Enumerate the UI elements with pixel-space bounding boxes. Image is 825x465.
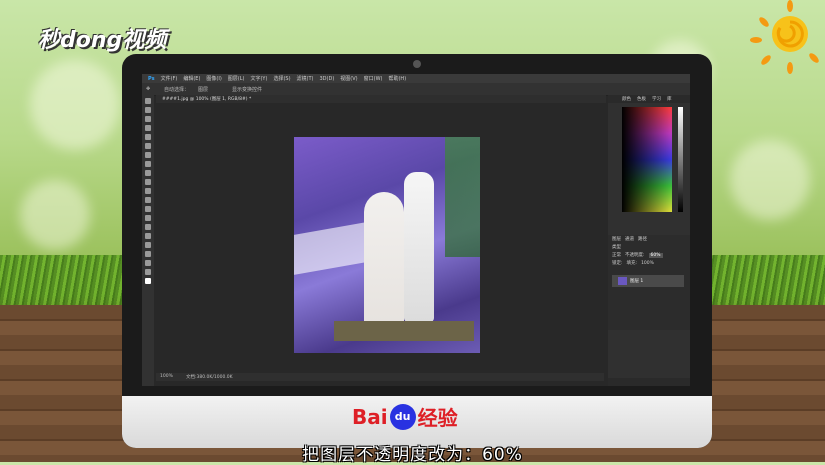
move-tool[interactable] (145, 98, 151, 104)
color-picker-field[interactable] (622, 107, 672, 212)
bokeh-light (30, 60, 120, 150)
zoom-tool[interactable] (145, 269, 151, 275)
brush-tool[interactable] (145, 161, 151, 167)
wedding-photo[interactable] (294, 137, 480, 353)
document-tab-title: ####1.jpg @ 100% (图层 1, RGB/8#) * (162, 97, 252, 102)
ps-logo: Ps (148, 75, 155, 82)
tab-channels[interactable]: 通道 (625, 236, 634, 242)
layer-filter-row: 类型 (608, 243, 690, 251)
menu-item-edit[interactable]: 编辑(E) (183, 75, 200, 82)
eyedropper-tool[interactable] (145, 143, 151, 149)
bokeh-light (20, 180, 90, 250)
layer-row[interactable]: 图层 1 (612, 275, 684, 287)
transform-controls-checkbox[interactable]: 显示变换控件 (232, 86, 262, 93)
layers-panel: 图层 通道 路径 类型 正常 不透明度: 60% 锁定: 填充: 100% 图层… (608, 235, 690, 330)
fill-label: 填充: (626, 261, 638, 266)
menu-item-type[interactable]: 文字(Y) (250, 75, 267, 82)
tab-layers[interactable]: 图层 (612, 236, 621, 242)
pen-tool[interactable] (145, 224, 151, 230)
history-brush-tool[interactable] (145, 179, 151, 185)
eraser-tool[interactable] (145, 188, 151, 194)
document-tab[interactable]: ####1.jpg @ 100% (图层 1, RGB/8#) * (156, 95, 606, 103)
fill-input[interactable]: 100% (641, 261, 654, 266)
menu-item-filter[interactable]: 滤镜(T) (297, 75, 314, 82)
tab-swatches[interactable]: 色板 (637, 96, 646, 102)
move-tool-icon[interactable]: ✥ (146, 86, 150, 92)
bamboo-leaves (445, 137, 480, 257)
blend-mode-select[interactable]: 正常 (612, 252, 621, 258)
status-bar: 100% 文档:380.0K/1000.0K (156, 373, 604, 381)
menu-item-select[interactable]: 选择(S) (273, 75, 290, 82)
opacity-label: 不透明度: (625, 253, 645, 258)
hue-slider[interactable] (678, 107, 683, 212)
menu-item-file[interactable]: 文件(F) (161, 75, 178, 82)
color-panel-tabs: 颜色 色板 学习 库 (608, 95, 690, 103)
lock-fill-row: 锁定: 填充: 100% (608, 259, 690, 267)
canvas-area[interactable] (156, 103, 604, 373)
blend-opacity-row: 正常 不透明度: 60% (608, 251, 690, 259)
right-panels: 颜色 色板 学习 库 图层 通道 路径 类型 正常 不透明度: 60% 锁定: … (608, 95, 690, 386)
layer-name[interactable]: 图层 1 (630, 278, 643, 284)
stamp-tool[interactable] (145, 170, 151, 176)
quick-select-tool[interactable] (145, 125, 151, 131)
bride-figure (364, 192, 404, 332)
auto-select-checkbox-label[interactable]: 自动选择： (164, 86, 189, 93)
menu-item-help[interactable]: 帮助(H) (388, 75, 406, 82)
monitor: Ps 文件(F) 编辑(E) 图像(I) 图层(L) 文字(Y) 选择(S) 滤… (122, 54, 712, 448)
hand-tool[interactable] (145, 260, 151, 266)
subtitle-caption: 把图层不透明度改为：60% (302, 445, 523, 465)
webcam-icon (413, 60, 421, 68)
layers-panel-footer (608, 378, 690, 386)
menu-item-window[interactable]: 窗口(W) (364, 75, 383, 82)
foreground-color-swatch[interactable] (145, 278, 151, 284)
baidu-jingyan-logo: Bai du 经验 (352, 402, 458, 431)
tab-paths[interactable]: 路径 (638, 236, 647, 242)
dodge-tool[interactable] (145, 215, 151, 221)
photoshop-window: Ps 文件(F) 编辑(E) 图像(I) 图层(L) 文字(Y) 选择(S) 滤… (142, 74, 690, 386)
lock-label: 锁定: (612, 261, 623, 266)
opacity-input[interactable]: 60% (648, 252, 663, 258)
layer-kind-filter[interactable]: 类型 (612, 244, 621, 250)
layer-thumbnail (618, 277, 627, 285)
baidu-logo-text: Bai (352, 404, 388, 429)
tools-panel (142, 95, 154, 386)
crop-tool[interactable] (145, 134, 151, 140)
menu-item-3d[interactable]: 3D(D) (320, 76, 335, 82)
tab-learn[interactable]: 学习 (652, 96, 661, 102)
baidu-paw-icon: du (389, 403, 416, 430)
tab-color[interactable]: 颜色 (622, 96, 631, 102)
menu-item-layer[interactable]: 图层(L) (228, 75, 245, 82)
menu-item-view[interactable]: 视图(V) (340, 75, 357, 82)
miaodong-logo: 秒dong视频 (38, 28, 167, 53)
document-size: 文档:380.0K/1000.0K (186, 375, 233, 380)
sun-icon (750, 0, 819, 74)
jingyan-text: 经验 (417, 406, 458, 430)
gradient-tool[interactable] (145, 197, 151, 203)
auto-select-target[interactable]: 图层 (198, 86, 208, 93)
menu-item-image[interactable]: 图像(I) (206, 75, 221, 82)
shape-tool[interactable] (145, 251, 151, 257)
groom-figure (404, 172, 434, 322)
healing-tool[interactable] (145, 152, 151, 158)
bamboo-bench (334, 321, 474, 341)
zoom-level[interactable]: 100% (160, 374, 173, 379)
type-tool[interactable] (145, 233, 151, 239)
blur-tool[interactable] (145, 206, 151, 212)
tab-libraries[interactable]: 库 (667, 96, 672, 102)
path-select-tool[interactable] (145, 242, 151, 248)
menu-bar: Ps 文件(F) 编辑(E) 图像(I) 图层(L) 文字(Y) 选择(S) 滤… (142, 74, 690, 83)
bokeh-light (730, 140, 810, 220)
lasso-tool[interactable] (145, 116, 151, 122)
layers-panel-tabs: 图层 通道 路径 (608, 235, 690, 243)
marquee-tool[interactable] (145, 107, 151, 113)
